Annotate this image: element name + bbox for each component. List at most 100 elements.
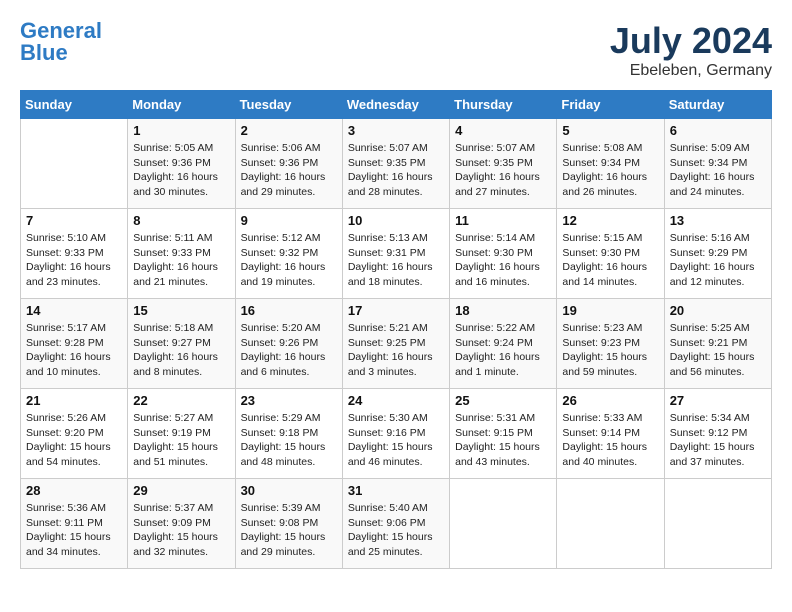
calendar-cell: 16Sunrise: 5:20 AMSunset: 9:26 PMDayligh… [235,299,342,389]
calendar-cell: 15Sunrise: 5:18 AMSunset: 9:27 PMDayligh… [128,299,235,389]
day-info: Sunrise: 5:06 AMSunset: 9:36 PMDaylight:… [241,141,337,200]
day-info: Sunrise: 5:40 AMSunset: 9:06 PMDaylight:… [348,501,444,560]
day-number: 18 [455,303,551,318]
calendar-cell: 24 Sunrise: 5:30 AMSunset: 9:16 PMDayligh… [342,389,449,479]
calendar-cell: 28 Sunrise: 5:36 AMSunset: 9:11 PMDayligh… [21,479,128,569]
day-number: 21 [26,393,122,408]
day-number: 29 [133,483,229,498]
calendar-cell: 6 Sunrise: 5:09 AMSunset: 9:34 PMDaylight… [664,119,771,209]
day-info: Sunrise: 5:21 AMSunset: 9:25 PMDaylight:… [348,321,444,380]
day-number: 8 [133,213,229,228]
logo-blue: Blue [20,40,68,65]
day-number: 30 [241,483,337,498]
day-info: Sunrise: 5:09 AMSunset: 9:34 PMDaylight:… [670,141,766,200]
calendar-cell: 21Sunrise: 5:26 AMSunset: 9:20 PMDayligh… [21,389,128,479]
day-number: 9 [241,213,337,228]
day-info: Sunrise: 5:16 AMSunset: 9:29 PMDaylight:… [670,231,766,290]
calendar-cell: 30 Sunrise: 5:39 AMSunset: 9:08 PMDayligh… [235,479,342,569]
day-of-week-header: Wednesday [342,91,449,119]
day-info: Sunrise: 5:22 AMSunset: 9:24 PMDaylight:… [455,321,551,380]
day-info: Sunrise: 5:14 AMSunset: 9:30 PMDaylight:… [455,231,551,290]
calendar-cell: 19 Sunrise: 5:23 AMSunset: 9:23 PMDayligh… [557,299,664,389]
day-info: Sunrise: 5:33 AMSunset: 9:14 PMDaylight:… [562,411,658,470]
day-info: Sunrise: 5:23 AMSunset: 9:23 PMDaylight:… [562,321,658,380]
calendar-cell: 26 Sunrise: 5:33 AMSunset: 9:14 PMDayligh… [557,389,664,479]
calendar-cell: 31 Sunrise: 5:40 AMSunset: 9:06 PMDayligh… [342,479,449,569]
days-header-row: SundayMondayTuesdayWednesdayThursdayFrid… [21,91,772,119]
day-info: Sunrise: 5:37 AMSunset: 9:09 PMDaylight:… [133,501,229,560]
day-number: 23 [241,393,337,408]
logo-text: General Blue [20,20,102,64]
calendar-cell: 18 Sunrise: 5:22 AMSunset: 9:24 PMDayligh… [450,299,557,389]
calendar-cell: 8 Sunrise: 5:11 AMSunset: 9:33 PMDaylight… [128,209,235,299]
day-info: Sunrise: 5:36 AMSunset: 9:11 PMDaylight:… [26,501,122,560]
logo: General Blue [20,20,102,64]
calendar-cell [557,479,664,569]
calendar-cell: 5 Sunrise: 5:08 AMSunset: 9:34 PMDaylight… [557,119,664,209]
day-number: 26 [562,393,658,408]
day-info: Sunrise: 5:07 AMSunset: 9:35 PMDaylight:… [455,141,551,200]
day-number: 14 [26,303,122,318]
day-info: Sunrise: 5:17 AMSunset: 9:28 PMDaylight:… [26,321,122,380]
calendar-cell: 27Sunrise: 5:34 AMSunset: 9:12 PMDayligh… [664,389,771,479]
calendar-cell [450,479,557,569]
day-info: Sunrise: 5:15 AMSunset: 9:30 PMDaylight:… [562,231,658,290]
day-number: 5 [562,123,658,138]
day-number: 6 [670,123,766,138]
day-info: Sunrise: 5:27 AMSunset: 9:19 PMDaylight:… [133,411,229,470]
day-info: Sunrise: 5:05 AMSunset: 9:36 PMDaylight:… [133,141,229,200]
day-info: Sunrise: 5:10 AMSunset: 9:33 PMDaylight:… [26,231,122,290]
calendar-cell: 9 Sunrise: 5:12 AMSunset: 9:32 PMDaylight… [235,209,342,299]
title-block: July 2024 Ebeleben, Germany [610,20,772,80]
day-number: 13 [670,213,766,228]
day-of-week-header: Monday [128,91,235,119]
calendar-cell: 13 Sunrise: 5:16 AMSunset: 9:29 PMDayligh… [664,209,771,299]
day-number: 24 [348,393,444,408]
day-number: 16 [241,303,337,318]
calendar-week-row: 21Sunrise: 5:26 AMSunset: 9:20 PMDayligh… [21,389,772,479]
day-info: Sunrise: 5:34 AMSunset: 9:12 PMDaylight:… [670,411,766,470]
calendar-week-row: 1 Sunrise: 5:05 AMSunset: 9:36 PMDaylight… [21,119,772,209]
calendar-cell [664,479,771,569]
day-info: Sunrise: 5:08 AMSunset: 9:34 PMDaylight:… [562,141,658,200]
calendar-cell: 20Sunrise: 5:25 AMSunset: 9:21 PMDayligh… [664,299,771,389]
day-info: Sunrise: 5:29 AMSunset: 9:18 PMDaylight:… [241,411,337,470]
day-number: 20 [670,303,766,318]
day-of-week-header: Sunday [21,91,128,119]
calendar-cell: 22 Sunrise: 5:27 AMSunset: 9:19 PMDayligh… [128,389,235,479]
calendar-cell: 29 Sunrise: 5:37 AMSunset: 9:09 PMDayligh… [128,479,235,569]
calendar-cell: 17Sunrise: 5:21 AMSunset: 9:25 PMDayligh… [342,299,449,389]
day-info: Sunrise: 5:11 AMSunset: 9:33 PMDaylight:… [133,231,229,290]
calendar-cell: 11Sunrise: 5:14 AMSunset: 9:30 PMDayligh… [450,209,557,299]
calendar-cell: 3 Sunrise: 5:07 AMSunset: 9:35 PMDaylight… [342,119,449,209]
day-number: 3 [348,123,444,138]
day-info: Sunrise: 5:12 AMSunset: 9:32 PMDaylight:… [241,231,337,290]
calendar-cell: 14 Sunrise: 5:17 AMSunset: 9:28 PMDayligh… [21,299,128,389]
day-number: 19 [562,303,658,318]
day-info: Sunrise: 5:13 AMSunset: 9:31 PMDaylight:… [348,231,444,290]
calendar-cell: 2 Sunrise: 5:06 AMSunset: 9:36 PMDaylight… [235,119,342,209]
day-number: 10 [348,213,444,228]
day-number: 2 [241,123,337,138]
day-number: 28 [26,483,122,498]
calendar-week-row: 7 Sunrise: 5:10 AMSunset: 9:33 PMDaylight… [21,209,772,299]
day-of-week-header: Tuesday [235,91,342,119]
calendar-cell [21,119,128,209]
day-info: Sunrise: 5:07 AMSunset: 9:35 PMDaylight:… [348,141,444,200]
day-of-week-header: Thursday [450,91,557,119]
calendar-cell: 1 Sunrise: 5:05 AMSunset: 9:36 PMDaylight… [128,119,235,209]
day-info: Sunrise: 5:30 AMSunset: 9:16 PMDaylight:… [348,411,444,470]
day-number: 22 [133,393,229,408]
day-number: 7 [26,213,122,228]
day-number: 1 [133,123,229,138]
calendar-cell: 4Sunrise: 5:07 AMSunset: 9:35 PMDaylight… [450,119,557,209]
day-number: 31 [348,483,444,498]
month-year: July 2024 [610,20,772,62]
calendar-week-row: 28 Sunrise: 5:36 AMSunset: 9:11 PMDayligh… [21,479,772,569]
day-info: Sunrise: 5:18 AMSunset: 9:27 PMDaylight:… [133,321,229,380]
calendar-table: SundayMondayTuesdayWednesdayThursdayFrid… [20,90,772,569]
calendar-cell: 10 Sunrise: 5:13 AMSunset: 9:31 PMDayligh… [342,209,449,299]
day-info: Sunrise: 5:39 AMSunset: 9:08 PMDaylight:… [241,501,337,560]
calendar-week-row: 14 Sunrise: 5:17 AMSunset: 9:28 PMDayligh… [21,299,772,389]
location: Ebeleben, Germany [610,62,772,80]
